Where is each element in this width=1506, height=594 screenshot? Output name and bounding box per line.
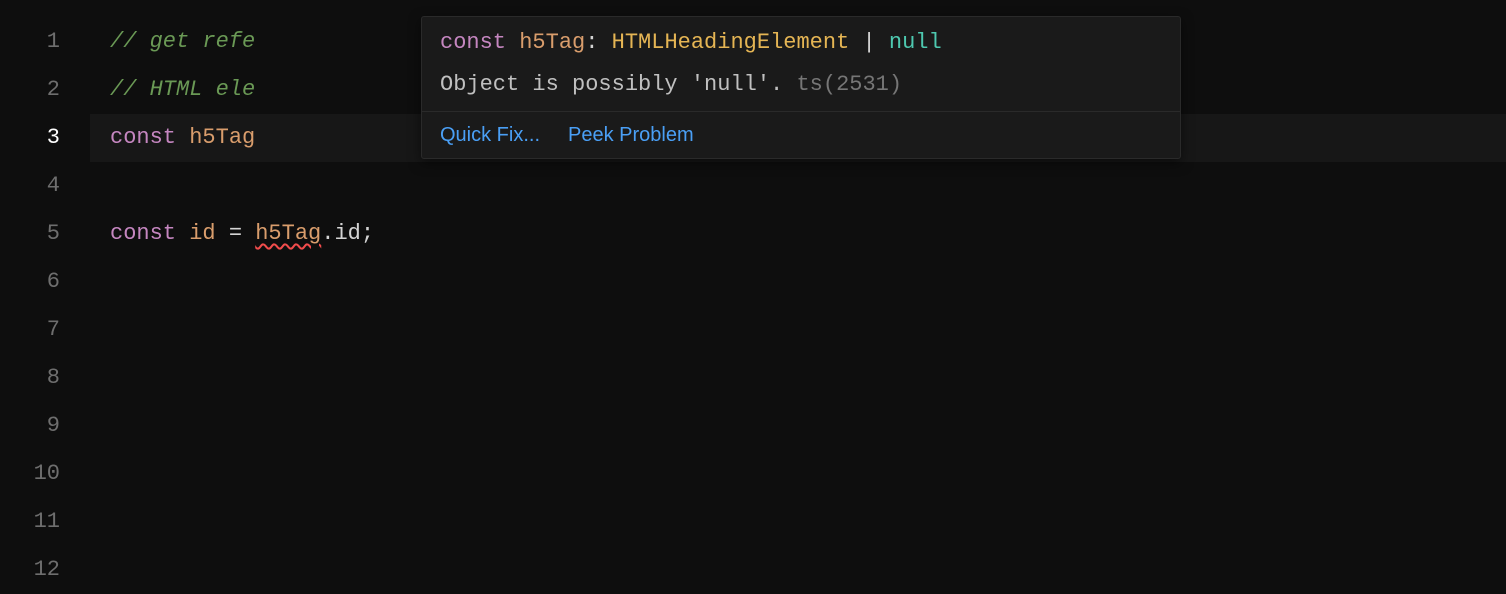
line-number: 12 bbox=[0, 546, 60, 594]
hover-signature: const h5Tag: HTMLHeadingElement | null bbox=[422, 17, 1180, 65]
comment-token: // get refe bbox=[110, 30, 255, 54]
line-number: 10 bbox=[0, 450, 60, 498]
sig-colon: : bbox=[585, 30, 611, 55]
hover-tooltip: const h5Tag: HTMLHeadingElement | null O… bbox=[421, 16, 1181, 159]
dot-token: . bbox=[321, 222, 334, 246]
line-number: 9 bbox=[0, 402, 60, 450]
line-number: 7 bbox=[0, 306, 60, 354]
line-number: 8 bbox=[0, 354, 60, 402]
line-number-gutter: 1 2 3 4 5 6 7 8 9 10 11 12 bbox=[0, 0, 90, 550]
code-line[interactable] bbox=[90, 162, 1506, 210]
line-number: 4 bbox=[0, 162, 60, 210]
quick-fix-button[interactable]: Quick Fix... bbox=[440, 124, 540, 146]
line-number-current: 3 bbox=[0, 114, 60, 162]
comment-token: // HTML ele bbox=[110, 78, 255, 102]
hover-error-message: Object is possibly 'null'. ts(2531) bbox=[422, 65, 1180, 111]
property-token: id bbox=[334, 222, 360, 246]
sig-null: null bbox=[889, 30, 942, 55]
identifier-token: id bbox=[189, 222, 215, 246]
sig-space bbox=[506, 30, 519, 55]
error-text: Object is possibly 'null'. bbox=[440, 72, 783, 97]
code-editor[interactable]: 1 2 3 4 5 6 7 8 9 10 11 12 // get refe /… bbox=[0, 0, 1506, 550]
keyword-token: const bbox=[110, 126, 176, 150]
code-line[interactable] bbox=[90, 450, 1506, 498]
semicolon-token: ; bbox=[361, 222, 374, 246]
code-line[interactable] bbox=[90, 306, 1506, 354]
line-number: 5 bbox=[0, 210, 60, 258]
line-number: 1 bbox=[0, 18, 60, 66]
code-line[interactable] bbox=[90, 258, 1506, 306]
code-line[interactable] bbox=[90, 402, 1506, 450]
sig-identifier: h5Tag bbox=[519, 30, 585, 55]
sig-type: HTMLHeadingElement bbox=[612, 30, 850, 55]
line-number: 11 bbox=[0, 498, 60, 546]
space-token bbox=[176, 222, 189, 246]
peek-problem-button[interactable]: Peek Problem bbox=[568, 124, 694, 146]
code-line[interactable] bbox=[90, 546, 1506, 594]
error-code: ts(2531) bbox=[796, 72, 902, 97]
sig-keyword: const bbox=[440, 30, 506, 55]
identifier-token: h5Tag bbox=[189, 126, 255, 150]
identifier-error-token: h5Tag bbox=[255, 222, 321, 246]
keyword-token: const bbox=[110, 222, 176, 246]
code-line[interactable] bbox=[90, 354, 1506, 402]
space-token bbox=[176, 126, 189, 150]
code-line[interactable] bbox=[90, 498, 1506, 546]
line-number: 6 bbox=[0, 258, 60, 306]
code-line[interactable]: const id = h5Tag.id; bbox=[90, 210, 1506, 258]
sig-pipe: | bbox=[849, 30, 889, 55]
operator-token: = bbox=[216, 222, 256, 246]
code-area[interactable]: // get refe // HTML ele const h5Tag cons… bbox=[90, 0, 1506, 550]
hover-actions: Quick Fix... Peek Problem bbox=[422, 111, 1180, 158]
line-number: 2 bbox=[0, 66, 60, 114]
